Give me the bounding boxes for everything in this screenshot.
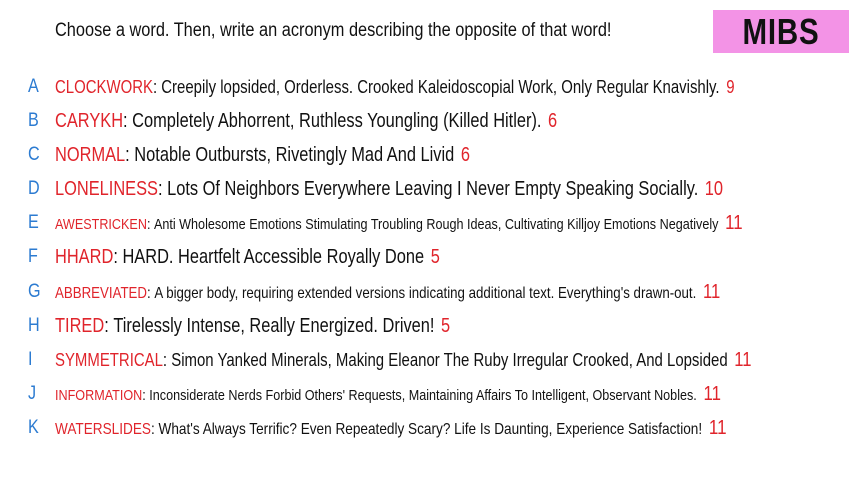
entry-line: CLOCKWORK: Creepily lopsided, Orderless.… xyxy=(55,77,735,98)
entry-word: NORMAL xyxy=(55,143,126,166)
entry-line: SYMMETRICAL: Simon Yanked Minerals, Maki… xyxy=(55,349,752,372)
entry-word: HHARD xyxy=(55,245,114,268)
entry-letter: B xyxy=(28,110,39,131)
entry-colon: : xyxy=(123,109,133,132)
mibs-badge: MIBS xyxy=(713,10,849,53)
entry-line: HHARD: HARD. Heartfelt Accessible Royall… xyxy=(55,246,440,269)
entry-definition: Completely Abhorrent, Ruthless Youngling… xyxy=(132,109,542,132)
entry-letter: J xyxy=(28,383,37,404)
entry-letter: E xyxy=(28,212,39,233)
entry-count: 10 xyxy=(704,177,724,200)
entry-colon: : xyxy=(157,177,168,200)
entry-count: 6 xyxy=(548,109,558,132)
entry-count: 5 xyxy=(441,314,451,337)
entry-word: AWESTRICKEN xyxy=(55,215,147,233)
entry-colon: : xyxy=(147,284,155,302)
entry-definition: Creepily lopsided, Orderless. Crooked Ka… xyxy=(161,76,720,97)
entry-definition: Notable Outbursts, Rivetingly Mad And Li… xyxy=(134,143,455,166)
entry-line: LONELINESS: Lots Of Neighbors Everywhere… xyxy=(55,178,723,201)
entry-letter: D xyxy=(28,178,40,199)
entry-word: WATERSLIDES xyxy=(55,420,151,438)
entry-colon: : xyxy=(152,76,162,97)
entry-line: ABBREVIATED: A bigger body, requiring ex… xyxy=(55,281,720,304)
badge-label: MIBS xyxy=(742,10,820,52)
entry-letter: I xyxy=(28,349,33,370)
entry-line: NORMAL: Notable Outbursts, Rivetingly Ma… xyxy=(55,144,470,167)
entry-count: 9 xyxy=(726,76,735,97)
entry-count: 11 xyxy=(708,416,727,439)
entry-colon: : xyxy=(162,349,172,370)
entry-definition: Anti Wholesome Emotions Stimulating Trou… xyxy=(153,215,719,233)
entry-letter: H xyxy=(28,315,40,336)
entry-colon: : xyxy=(125,143,135,166)
entry-definition: A bigger body, requiring extended versio… xyxy=(154,284,697,302)
entry-word: CARYKH xyxy=(55,109,124,132)
entry-letter: A xyxy=(28,76,39,97)
prompt-text: Choose a word. Then, write an acronym de… xyxy=(55,20,612,41)
entry-word: ABBREVIATED xyxy=(55,284,148,302)
entry-word: TIRED xyxy=(55,314,105,337)
entry-definition: Lots Of Neighbors Everywhere Leaving I N… xyxy=(167,177,699,200)
entry-letter: G xyxy=(28,281,41,302)
entry-definition: Simon Yanked Minerals, Making Eleanor Th… xyxy=(171,349,728,370)
entry-count: 5 xyxy=(430,245,440,268)
entry-count: 11 xyxy=(703,382,721,405)
entry-colon: : xyxy=(150,420,159,438)
entry-colon: : xyxy=(146,215,154,233)
entry-count: 11 xyxy=(725,211,743,234)
entry-line: TIRED: Tirelessly Intense, Really Energi… xyxy=(55,315,450,338)
entry-definition: HARD. Heartfelt Accessible Royally Done xyxy=(122,245,425,268)
entry-line: WATERSLIDES: What's Always Terrific? Eve… xyxy=(55,417,727,440)
entry-count: 11 xyxy=(702,280,721,303)
entry-count: 6 xyxy=(460,143,470,166)
entry-word: LONELINESS xyxy=(55,177,158,200)
entry-count: 11 xyxy=(734,348,752,371)
entry-definition: What's Always Terrific? Even Repeatedly … xyxy=(158,420,703,438)
entry-line: AWESTRICKEN: Anti Wholesome Emotions Sti… xyxy=(55,212,743,235)
entry-colon: : xyxy=(104,314,114,337)
entry-definition: Inconsiderate Nerds Forbid Others' Reque… xyxy=(149,386,697,404)
entry-letter: C xyxy=(28,144,40,165)
entry-word: CLOCKWORK xyxy=(55,76,153,97)
entry-word: INFORMATION xyxy=(55,386,143,404)
entry-letter: F xyxy=(28,246,38,267)
entry-line: INFORMATION: Inconsiderate Nerds Forbid … xyxy=(55,383,721,406)
entry-letter: K xyxy=(28,417,39,438)
entry-definition: Tirelessly Intense, Really Energized. Dr… xyxy=(113,314,435,337)
entry-line: CARYKH: Completely Abhorrent, Ruthless Y… xyxy=(55,110,557,133)
entry-word: SYMMETRICAL xyxy=(55,349,163,370)
entry-colon: : xyxy=(113,245,123,268)
